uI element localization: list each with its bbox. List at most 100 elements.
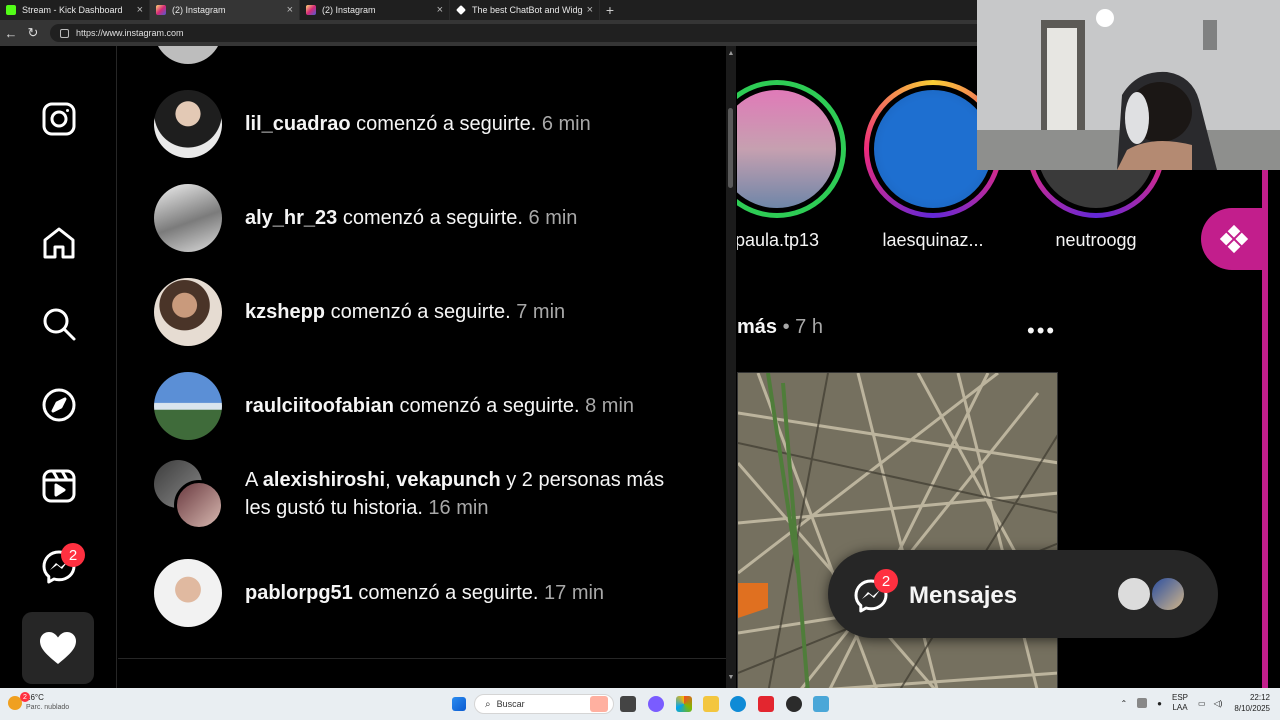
site-info-icon[interactable]: [60, 28, 69, 38]
notification-username[interactable]: kzshepp: [245, 301, 325, 323]
avatar[interactable]: [154, 559, 222, 627]
weather-badge: 2: [20, 692, 30, 702]
reels-icon[interactable]: [40, 467, 78, 505]
tab-kick-dashboard[interactable]: Stream - Kick Dashboard ×: [0, 0, 150, 20]
language-secondary[interactable]: LAA: [1172, 703, 1188, 713]
tab-title: Stream - Kick Dashboard: [22, 5, 123, 15]
explore-compass-icon[interactable]: [40, 386, 78, 424]
scrollbar-thumb[interactable]: [728, 108, 733, 188]
notification-text: comenzó a seguirte.: [337, 207, 523, 229]
discord-icon[interactable]: [648, 696, 664, 712]
file-explorer-icon[interactable]: [703, 696, 719, 712]
notification-row-story-likes[interactable]: A alexishiroshi, vekapunch y 2 personas …: [154, 460, 695, 530]
os-taskbar: 2 16°C Parc. nublado ⌕ Buscar ⌃ ● ESP LA…: [0, 688, 1280, 720]
edge-icon[interactable]: [730, 696, 746, 712]
stacked-avatars[interactable]: [154, 460, 224, 530]
back-arrow-icon[interactable]: ←: [0, 26, 22, 41]
notification-row[interactable]: pablorpg51 comenzó a seguirte. 17 min: [154, 559, 604, 627]
system-tray: ⌃ ● ESP LAA ▭ ◁) 22:12 8/10/2025: [1120, 692, 1270, 714]
weather-widget[interactable]: 2 16°C Parc. nublado: [8, 692, 69, 712]
tab-instagram-active[interactable]: (2) Instagram ×: [150, 0, 300, 20]
messages-badge: 2: [874, 569, 898, 593]
tray-app-icon[interactable]: [1137, 698, 1148, 708]
avatar[interactable]: [154, 184, 222, 252]
notification-row[interactable]: kzshepp comenzó a seguirte. 7 min: [154, 278, 565, 346]
notification-row[interactable]: raulciitoofabian comenzó a seguirte. 8 m…: [154, 372, 634, 440]
notification-row[interactable]: aly_hr_23 comenzó a seguirte. 6 min: [154, 184, 577, 252]
search-icon: ⌕: [485, 698, 491, 710]
messages-badge: 2: [61, 543, 85, 567]
app-icon[interactable]: [758, 696, 774, 712]
volume-icon[interactable]: ◁): [1214, 699, 1223, 708]
notification-text: comenzó a seguirte.: [393, 395, 580, 417]
tab-chatbot[interactable]: The best ChatBot and Widgets fo ×: [450, 0, 600, 20]
search-placeholder: Buscar: [496, 699, 525, 709]
copilot-icon[interactable]: [676, 696, 692, 712]
story-username: neutroogg: [1055, 230, 1137, 250]
obs-icon[interactable]: [786, 696, 802, 712]
notification-username[interactable]: lil_cuadrao: [245, 113, 351, 135]
language-primary[interactable]: ESP: [1172, 693, 1188, 703]
search-highlight-icon: [590, 696, 608, 712]
notification-text: comenzó a seguirte.: [350, 113, 537, 135]
scroll-up-icon[interactable]: ▲: [726, 50, 736, 57]
panel-divider: [118, 658, 726, 659]
notification-username[interactable]: alexishiroshi: [263, 469, 385, 491]
avatar[interactable]: [154, 372, 222, 440]
start-windows-icon[interactable]: [452, 697, 466, 711]
home-icon[interactable]: [40, 224, 78, 262]
microphone-icon[interactable]: ●: [1157, 699, 1162, 708]
reload-icon[interactable]: ↻: [22, 25, 44, 41]
notification-row-partial[interactable]: min: [154, 46, 277, 64]
notification-time: 7 min: [510, 301, 566, 323]
clock[interactable]: 22:12 8/10/2025: [1234, 692, 1270, 714]
notification-time: 16 min: [422, 497, 489, 519]
tab-instagram[interactable]: (2) Instagram ×: [300, 0, 450, 20]
instagram-logo-icon[interactable]: [40, 100, 78, 138]
notification-text: comenzó a seguirte.: [325, 301, 511, 323]
kick-favicon-icon: [6, 5, 16, 15]
avatar[interactable]: [154, 90, 222, 158]
post-image[interactable]: [737, 372, 1058, 688]
scroll-down-icon[interactable]: ▼: [726, 674, 736, 681]
notification-username[interactable]: raulciitoofabian: [245, 395, 394, 417]
post-time: • 7 h: [777, 316, 823, 338]
page-scrollbar[interactable]: ▲ ▼: [726, 46, 736, 688]
notifications-button-active[interactable]: [22, 612, 94, 684]
avatar[interactable]: [154, 46, 222, 64]
heart-icon: [40, 632, 76, 664]
notepad-icon[interactable]: [813, 696, 829, 712]
close-tab-icon[interactable]: ×: [137, 4, 143, 16]
extension-widget-button[interactable]: [1201, 208, 1267, 270]
tab-title: (2) Instagram: [322, 5, 376, 15]
network-icon[interactable]: ▭: [1198, 699, 1206, 708]
avatar[interactable]: [154, 278, 222, 346]
post-header: más • 7 h: [737, 316, 823, 339]
chevron-up-icon[interactable]: ⌃: [1120, 699, 1127, 708]
notification-time: 6 min: [536, 113, 591, 135]
story-item[interactable]: paula.tp13: [737, 80, 846, 251]
notification-username[interactable]: pablorpg51: [245, 582, 353, 604]
close-tab-icon[interactable]: ×: [587, 4, 593, 16]
instagram-favicon-icon: [156, 5, 166, 15]
notification-username-2[interactable]: vekapunch: [396, 469, 500, 491]
notification-username[interactable]: aly_hr_23: [245, 207, 337, 229]
url-text: https://www.instagram.com: [76, 28, 184, 38]
close-tab-icon[interactable]: ×: [437, 4, 443, 16]
notification-prefix: A: [245, 469, 263, 491]
search-icon[interactable]: [40, 305, 78, 343]
post-author-fragment[interactable]: más: [737, 316, 777, 338]
url-field[interactable]: https://www.instagram.com: [50, 24, 990, 42]
new-tab-button[interactable]: +: [600, 0, 620, 20]
webcam-overlay: [977, 0, 1280, 170]
task-view-icon[interactable]: [620, 696, 636, 712]
notification-time: 17 min: [538, 582, 605, 604]
messages-pill[interactable]: 2 Mensajes: [828, 550, 1218, 638]
notification-text: comenzó a seguirte.: [352, 582, 539, 604]
avatar: [1116, 576, 1152, 612]
notification-separator: ,: [385, 469, 397, 491]
notification-row[interactable]: lil_cuadrao comenzó a seguirte. 6 min: [154, 90, 591, 158]
clock-time: 22:12: [1249, 693, 1270, 702]
more-options-icon[interactable]: •••: [1027, 318, 1056, 344]
close-tab-icon[interactable]: ×: [287, 4, 293, 16]
